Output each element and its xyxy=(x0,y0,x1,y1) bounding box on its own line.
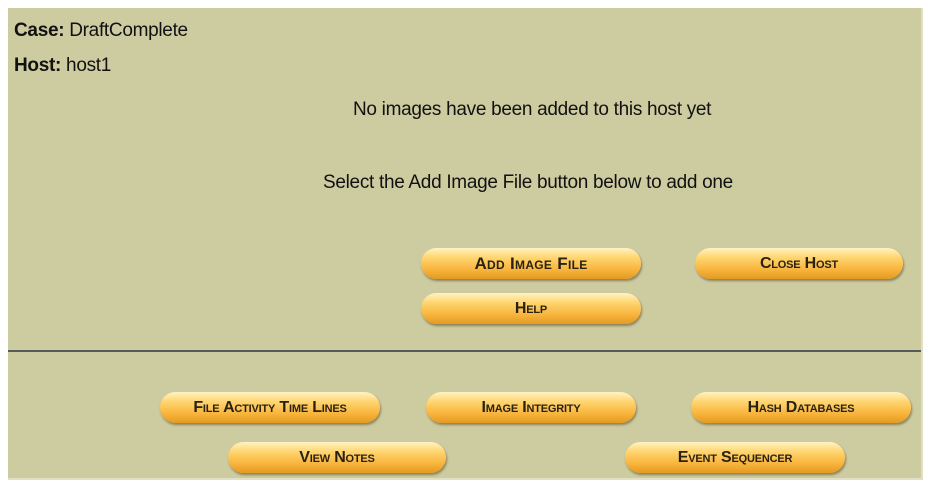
case-name: DraftComplete xyxy=(69,20,188,41)
event-sequencer-button[interactable]: Event Sequencer xyxy=(625,442,845,473)
close-host-button[interactable]: Close Host xyxy=(695,248,903,279)
add-image-instruction: Select the Add Image File button below t… xyxy=(323,172,733,193)
hash-databases-button[interactable]: Hash Databases xyxy=(691,392,911,423)
host-name: host1 xyxy=(66,55,112,76)
host-info: Host: host1 xyxy=(14,55,111,77)
add-image-file-button[interactable]: Add Image File xyxy=(421,248,641,279)
image-integrity-button[interactable]: Image Integrity xyxy=(426,392,636,423)
host-gallery-panel: Case: DraftComplete Host: host1 No image… xyxy=(8,8,923,480)
case-info: Case: DraftComplete xyxy=(14,20,188,42)
file-activity-timelines-button[interactable]: File Activity Time Lines xyxy=(160,392,380,423)
view-notes-button[interactable]: View Notes xyxy=(228,442,446,473)
help-button[interactable]: Help xyxy=(421,293,641,324)
case-label: Case: xyxy=(14,20,65,41)
section-divider xyxy=(8,350,921,352)
no-images-message: No images have been added to this host y… xyxy=(353,99,712,120)
host-label: Host: xyxy=(14,55,62,76)
